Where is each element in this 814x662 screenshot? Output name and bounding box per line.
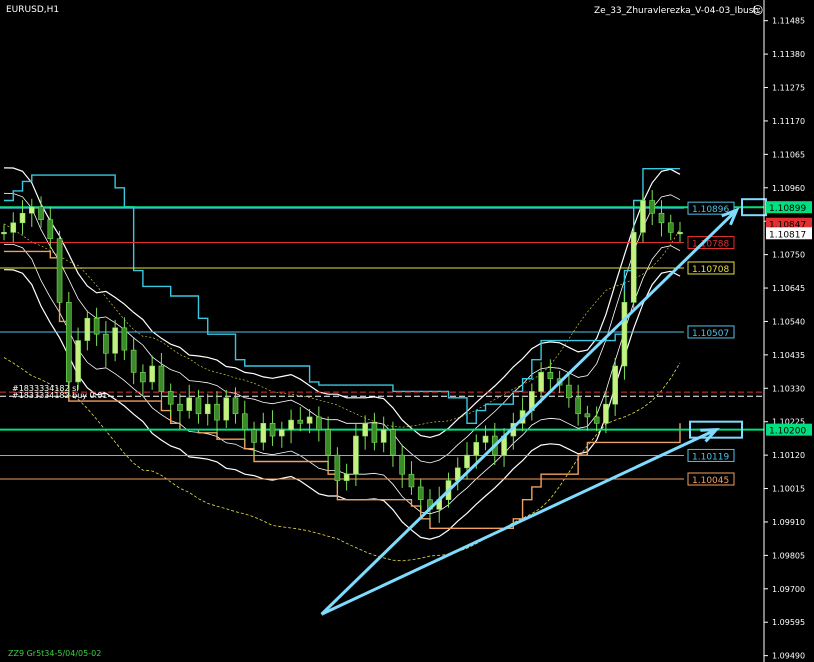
candle-body (297, 419, 304, 424)
axis-tick-label: 1.11065 (772, 150, 805, 159)
candle-body (186, 397, 193, 411)
candle-body (241, 413, 248, 430)
candle-body (232, 397, 239, 415)
candle-body (334, 454, 341, 481)
bottom-indicator-label: ZZ9 Gr5t34-5/04/05-02 (8, 649, 101, 658)
candle-body (103, 333, 109, 354)
candle-body (38, 206, 44, 220)
candle-body (260, 422, 267, 443)
axis-tick-label: 1.11485 (772, 17, 805, 26)
candle-body (1, 232, 7, 235)
candle-body (343, 473, 350, 481)
axis-tick-label: 1.09910 (772, 518, 805, 527)
candle-body (19, 212, 26, 224)
level-label: 1.10507 (692, 329, 729, 339)
axis-tick-label: 1.10015 (772, 485, 805, 494)
price-tag-label: 1.10200 (769, 427, 806, 437)
price-chart[interactable]: 1.108961.107881.107081.105071.101191.100… (0, 0, 814, 662)
order-buy-label: #1833334182 buy 0.01 (12, 391, 107, 400)
candle-body (547, 372, 554, 380)
candle-body (566, 384, 572, 399)
candle-body (130, 349, 137, 373)
axis-tick-label: 1.10540 (772, 317, 805, 326)
level-label: 1.10119 (692, 452, 729, 462)
candle-body (279, 429, 285, 437)
axis-tick-label: 1.10645 (772, 284, 805, 293)
candle-body (667, 222, 674, 233)
candle-body (593, 416, 600, 424)
level-label: 1.10708 (692, 265, 729, 275)
candle-body (612, 365, 618, 405)
candle-body (380, 429, 387, 443)
candle-body (640, 200, 646, 233)
candle-body (167, 391, 174, 405)
candle-body (140, 372, 146, 383)
candle-body (56, 238, 63, 303)
candle-body (214, 403, 220, 421)
candle-body (390, 429, 396, 456)
level-label: 1.10045 (692, 476, 729, 486)
candle-body (482, 435, 489, 443)
candle-body (28, 206, 35, 214)
candle-body (66, 302, 72, 383)
candle-body (603, 403, 609, 424)
axis-tick-label: 1.09595 (772, 618, 805, 627)
candle-body (251, 429, 257, 443)
candle-body (464, 454, 470, 469)
candle-body (575, 397, 581, 415)
axis-tick-label: 1.09700 (772, 585, 805, 594)
candle-body (408, 473, 415, 488)
candle-body (177, 403, 183, 411)
candle-body (353, 435, 359, 475)
candle-body (112, 327, 118, 354)
candle-body (306, 416, 313, 424)
candle-body (204, 403, 211, 415)
axis-tick-label: 1.09490 (772, 652, 805, 661)
axis-tick-label: 1.11380 (772, 50, 805, 59)
candle-body (288, 419, 294, 430)
candle-body (649, 200, 656, 214)
axis-tick-label: 1.11275 (772, 84, 805, 93)
candle-body (47, 219, 54, 240)
candle-body (269, 422, 276, 437)
smiley-icon: ☺ (752, 4, 763, 17)
candle-body (195, 397, 202, 415)
candle-body (584, 413, 591, 418)
candle-body (75, 340, 81, 383)
axis-tick-label: 1.10120 (772, 451, 805, 460)
candle-body (84, 317, 91, 341)
price-tag-label: 1.10817 (769, 230, 806, 240)
candle-body (223, 397, 230, 421)
candle-body (362, 422, 368, 437)
candle-body (93, 317, 100, 335)
axis-tick-label: 1.10330 (772, 384, 805, 393)
symbol-label: EURUSD,H1 (6, 5, 59, 15)
candle-body (473, 442, 480, 456)
candle-body (121, 327, 128, 351)
indicator-label: Ze_33_Zhuravlerezka_V-04-03_Ibush (594, 6, 759, 16)
axis-tick-label: 1.09805 (772, 551, 805, 560)
candle-body (325, 429, 331, 456)
candle-body (538, 372, 544, 392)
candle-body (399, 454, 405, 475)
axis-tick-label: 1.11170 (772, 117, 805, 126)
candle-body (149, 365, 155, 383)
candle-body (417, 486, 424, 500)
axis-tick-label: 1.10960 (772, 184, 805, 193)
candle-body (621, 302, 628, 367)
candle-body (371, 422, 378, 443)
axis-tick-label: 1.10435 (772, 351, 805, 360)
candle-body (677, 232, 683, 235)
price-tag-label: 1.10899 (769, 204, 806, 214)
candle-body (658, 212, 665, 224)
candle-body (10, 222, 17, 233)
candle-body (630, 232, 637, 303)
candle-body (158, 365, 165, 392)
axis-tick-label: 1.10750 (772, 251, 805, 260)
candle-body (316, 416, 322, 430)
